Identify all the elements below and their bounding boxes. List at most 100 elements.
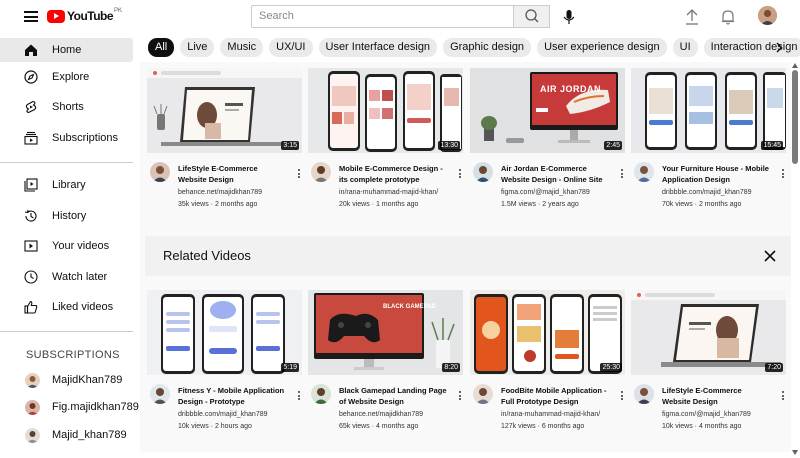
chip-user-experience-design[interactable]: User experience design <box>537 38 667 57</box>
watch-later-icon <box>24 270 38 284</box>
video-title[interactable]: Black Gamepad Landing Page of Website De… <box>339 385 449 407</box>
video-thumbnail[interactable]: 25:30 <box>470 290 625 375</box>
more-options-icon[interactable] <box>781 391 785 402</box>
sidebar-label: Explore <box>52 71 90 83</box>
sidebar-label: Watch later <box>52 271 108 283</box>
channel-name[interactable]: dribbble.com/majid_khan789 <box>178 411 303 418</box>
chip-graphic-design[interactable]: Graphic design <box>443 38 532 57</box>
sidebar-item-library[interactable]: Library <box>0 173 133 197</box>
video-title[interactable]: Your Furniture House - Mobile Applicatio… <box>662 163 772 185</box>
chip-ux-ui[interactable]: UX/UI <box>269 38 313 57</box>
chip-music[interactable]: Music <box>220 38 264 57</box>
chevron-right-icon[interactable] <box>774 41 784 54</box>
logo-text: YouTube <box>67 9 114 23</box>
scroll-up-icon[interactable] <box>792 63 798 68</box>
channel-avatar[interactable] <box>150 384 170 404</box>
subscription-label: Majid_khan789 <box>52 429 127 441</box>
sidebar-label: Your videos <box>52 240 110 252</box>
subscription-item[interactable]: MajidKhan789 <box>0 370 140 392</box>
video-thumbnail[interactable]: 13:30 <box>308 68 463 153</box>
sidebar: Home Explore Shorts Subscriptions Librar… <box>0 34 140 458</box>
library-icon <box>24 178 38 192</box>
sidebar-item-your-videos[interactable]: Your videos <box>0 234 133 258</box>
chip-user-interface-design[interactable]: User Interface design <box>318 38 438 57</box>
channel-name[interactable]: behance.net/majidkhan789 <box>178 189 303 196</box>
sidebar-item-shorts[interactable]: Shorts <box>0 95 133 119</box>
chip-interaction-design[interactable]: Interaction design <box>703 38 800 57</box>
video-title[interactable]: LifeStyle E-Commerce Website Design <box>662 385 772 407</box>
sidebar-item-home[interactable]: Home <box>0 38 133 62</box>
mic-button[interactable] <box>558 6 580 28</box>
video-meta: 20k views · 1 months ago <box>339 201 419 208</box>
channel-name[interactable]: dribbble.com/majid_khan789 <box>662 189 787 196</box>
notifications-button[interactable] <box>717 6 739 28</box>
home-icon <box>25 44 37 56</box>
more-options-icon[interactable] <box>620 169 624 180</box>
chip-live[interactable]: Live <box>180 38 215 57</box>
channel-name[interactable]: figma.com/@majid_khan789 <box>501 189 626 196</box>
sidebar-divider <box>0 331 133 332</box>
more-options-icon[interactable] <box>297 391 301 402</box>
video-thumbnail[interactable]: 15:45 <box>631 68 786 153</box>
sidebar-item-explore[interactable]: Explore <box>0 65 133 89</box>
video-thumbnail[interactable]: BLACK GAMEPAD 8:20 <box>308 290 463 375</box>
sidebar-item-subscriptions[interactable]: Subscriptions <box>0 126 133 150</box>
more-options-icon[interactable] <box>458 391 462 402</box>
sidebar-label: Shorts <box>52 101 84 113</box>
subscription-item[interactable]: Majid_khan789 <box>0 425 140 447</box>
video-thumbnail[interactable]: 7:20 <box>631 290 786 375</box>
thumbnail-text: AIR JORDAN <box>540 84 602 94</box>
more-options-icon[interactable] <box>781 169 785 180</box>
channel-avatar[interactable] <box>311 384 331 404</box>
video-thumbnail[interactable]: 3:15 <box>147 68 302 153</box>
video-title[interactable]: Fitness Y - Mobile Application Design - … <box>178 385 288 407</box>
video-title[interactable]: LifeStyle E-Commerce Website Design <box>178 163 288 185</box>
youtube-logo[interactable]: YouTube PK <box>47 8 122 23</box>
scrollbar-thumb[interactable] <box>792 70 798 164</box>
filter-chips: All Live Music UX/UI User Interface desi… <box>148 38 800 58</box>
mic-icon <box>563 10 575 24</box>
channel-avatar[interactable] <box>311 162 331 182</box>
close-icon[interactable] <box>761 247 779 265</box>
menu-icon[interactable] <box>24 11 38 22</box>
user-avatar-image <box>758 6 777 25</box>
thumbnail-image <box>470 68 625 153</box>
video-thumbnail[interactable]: 5:19 <box>147 290 302 375</box>
upload-button[interactable] <box>681 6 703 28</box>
sidebar-item-history[interactable]: History <box>0 204 133 228</box>
channel-avatar[interactable] <box>634 162 654 182</box>
more-options-icon[interactable] <box>620 391 624 402</box>
sidebar-divider <box>0 162 133 163</box>
channel-avatar[interactable] <box>634 384 654 404</box>
video-title[interactable]: Air Jordan E-Commerce Website Design - O… <box>501 163 611 185</box>
chip-ui[interactable]: UI <box>672 38 698 57</box>
channel-name[interactable]: behance.net/majidkhan789 <box>339 411 464 418</box>
video-meta: 1.5M views · 2 years ago <box>501 201 579 208</box>
video-meta: 10k views · 4 months ago <box>662 423 742 430</box>
sidebar-label: Liked videos <box>52 301 114 313</box>
scroll-down-icon[interactable] <box>792 450 798 455</box>
more-options-icon[interactable] <box>458 169 462 180</box>
channel-name[interactable]: in/rana-muhammad-majid-khan/ <box>501 411 626 418</box>
more-options-icon[interactable] <box>297 169 301 180</box>
video-title[interactable]: FoodBite Mobile Application - Full Proto… <box>501 385 611 407</box>
sidebar-item-liked-videos[interactable]: Liked videos <box>0 295 133 319</box>
video-duration: 3:15 <box>281 141 299 150</box>
channel-name[interactable]: in/rana-muhammad-majid-khan/ <box>339 189 464 196</box>
channel-avatar[interactable] <box>473 384 493 404</box>
subscription-label: MajidKhan789 <box>52 374 123 386</box>
subscription-item[interactable]: Fig.majidkhan789 <box>0 397 140 419</box>
search-input[interactable]: Search <box>251 5 514 28</box>
your-videos-icon <box>24 240 38 252</box>
user-avatar[interactable] <box>758 6 777 25</box>
video-title[interactable]: Mobile E-Commerce Design - its complete … <box>339 163 449 185</box>
thumbnail-image <box>147 68 302 153</box>
chip-all[interactable]: All <box>148 38 175 57</box>
thumbnail-image <box>631 290 786 375</box>
sidebar-item-watch-later[interactable]: Watch later <box>0 265 133 289</box>
video-thumbnail[interactable]: AIR JORDAN 2:45 <box>470 68 625 153</box>
channel-avatar[interactable] <box>473 162 493 182</box>
channel-avatar[interactable] <box>150 162 170 182</box>
channel-name[interactable]: figma.com/@majid_khan789 <box>662 411 787 418</box>
search-button[interactable] <box>514 5 550 28</box>
